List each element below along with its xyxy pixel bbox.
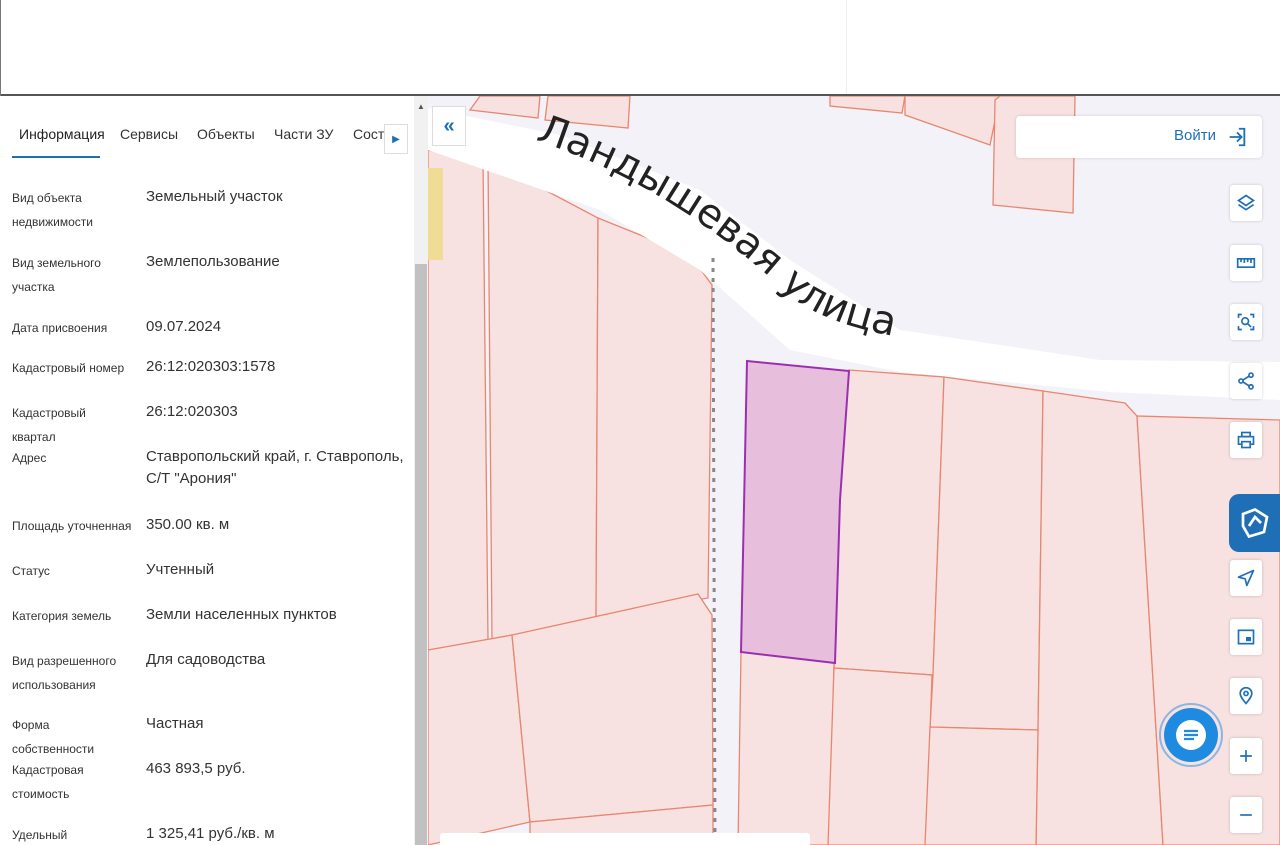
- tab-parts[interactable]: Части ЗУ: [274, 126, 333, 142]
- tabs-scroll-right-button[interactable]: ▶: [384, 124, 408, 154]
- top-bar: [0, 0, 1280, 96]
- share-icon: [1238, 372, 1254, 390]
- collapse-panel-button[interactable]: «: [432, 106, 466, 146]
- gosuslugi-icon: [1241, 508, 1269, 539]
- info-label: Кадастровый номер: [12, 361, 125, 375]
- top-bar-border: [0, 0, 1, 96]
- login-button[interactable]: Войти: [1016, 116, 1262, 158]
- info-value: 1 325,41 руб./кв. м: [146, 825, 275, 842]
- info-label: Форма собственности: [12, 718, 95, 756]
- info-value[interactable]: 26:12:020303: [146, 401, 408, 423]
- info-label: Удельный показатель: [12, 828, 68, 842]
- ruler-button[interactable]: [1230, 245, 1262, 281]
- active-tab-indicator: [12, 156, 100, 158]
- gosuslugi-button[interactable]: [1229, 494, 1280, 552]
- selected-parcel: [739, 359, 851, 665]
- layers-icon: [1236, 194, 1256, 211]
- chat-button[interactable]: [1158, 702, 1224, 768]
- zoom-out-icon: [1240, 814, 1252, 816]
- info-value: Землепользование: [146, 253, 280, 270]
- parcel: [487, 158, 599, 641]
- parcel: [833, 369, 945, 676]
- map-bottom-strip: [440, 833, 810, 845]
- map-canvas[interactable]: Ландышевая улица: [428, 96, 1280, 845]
- zoom-out-button[interactable]: [1230, 797, 1262, 833]
- info-value: Для садоводства: [146, 651, 266, 668]
- parcel: [595, 217, 713, 618]
- info-label: Вид объекта недвижимости: [12, 191, 93, 229]
- top-bar-divider: [846, 0, 847, 94]
- parcel: [929, 376, 1044, 731]
- select-area-icon: [1237, 313, 1255, 331]
- parcel: [468, 96, 541, 119]
- info-value: Частная: [146, 715, 204, 732]
- chat-icon: [1159, 703, 1223, 767]
- info-label: Кадастровая стоимость: [12, 763, 84, 801]
- zoom-in-icon: [1240, 750, 1252, 762]
- tab-composition[interactable]: Соста: [353, 126, 384, 142]
- layers-button[interactable]: [1230, 185, 1262, 221]
- login-icon: [1229, 127, 1246, 147]
- info-value: 350.00 кв. м: [146, 516, 230, 533]
- locate-button[interactable]: [1230, 560, 1262, 596]
- info-label: Дата присвоения: [12, 321, 108, 335]
- info-label: Вид разрешенного использования: [12, 654, 117, 692]
- minimap-icon: [1237, 629, 1255, 645]
- info-panel: Информация Сервисы Объекты Части ЗУ Сост…: [0, 96, 428, 845]
- info-value: Учтенный: [146, 561, 215, 578]
- info-label: Статус: [12, 564, 50, 578]
- login-label: Войти: [1174, 127, 1216, 144]
- info-value[interactable]: 26:12:020303:1578: [146, 356, 408, 378]
- info-value: 09.07.2024: [146, 318, 222, 335]
- info-value: 463 893,5 руб.: [146, 760, 246, 777]
- share-button[interactable]: [1230, 363, 1262, 399]
- pin-search-icon: [1239, 686, 1253, 705]
- parcel: [511, 593, 714, 823]
- parcel: [904, 96, 1001, 146]
- minimap-button[interactable]: [1230, 619, 1262, 655]
- info-label: Вид земельного участка: [12, 256, 101, 294]
- tab-information[interactable]: Информация: [19, 126, 105, 142]
- panel-scrollbar-thumb[interactable]: [415, 264, 427, 845]
- map-yellow-area: [428, 168, 443, 260]
- info-label: Адрес: [12, 451, 47, 465]
- select-area-button[interactable]: [1230, 304, 1262, 340]
- info-value: Ставропольский край, г. Ставрополь, С/Т …: [146, 448, 404, 487]
- parcel: [737, 651, 835, 845]
- cadastral-map[interactable]: Ландышевая улица: [428, 96, 1280, 845]
- locate-icon: [1237, 569, 1255, 587]
- info-value: Земли населенных пунктов: [146, 606, 337, 623]
- tab-bar: Информация Сервисы Объекты Части ЗУ Сост…: [0, 110, 414, 158]
- pin-search-button[interactable]: [1230, 678, 1262, 714]
- info-label: Категория земель: [12, 609, 112, 623]
- print-button[interactable]: [1230, 422, 1262, 458]
- parcel: [924, 726, 1039, 845]
- info-label: Кадастровый квартал: [12, 406, 86, 444]
- scroll-up-arrow-icon[interactable]: ▲: [414, 100, 428, 114]
- print-icon: [1237, 431, 1255, 449]
- parcel: [829, 96, 906, 114]
- zoom-in-button[interactable]: [1230, 738, 1262, 774]
- info-label: Площадь уточненная: [12, 519, 132, 533]
- tab-services[interactable]: Сервисы: [120, 126, 178, 142]
- tab-objects[interactable]: Объекты: [197, 126, 255, 142]
- ruler-icon: [1236, 258, 1256, 268]
- info-value: Земельный участок: [146, 188, 283, 205]
- parcel: [827, 667, 933, 845]
